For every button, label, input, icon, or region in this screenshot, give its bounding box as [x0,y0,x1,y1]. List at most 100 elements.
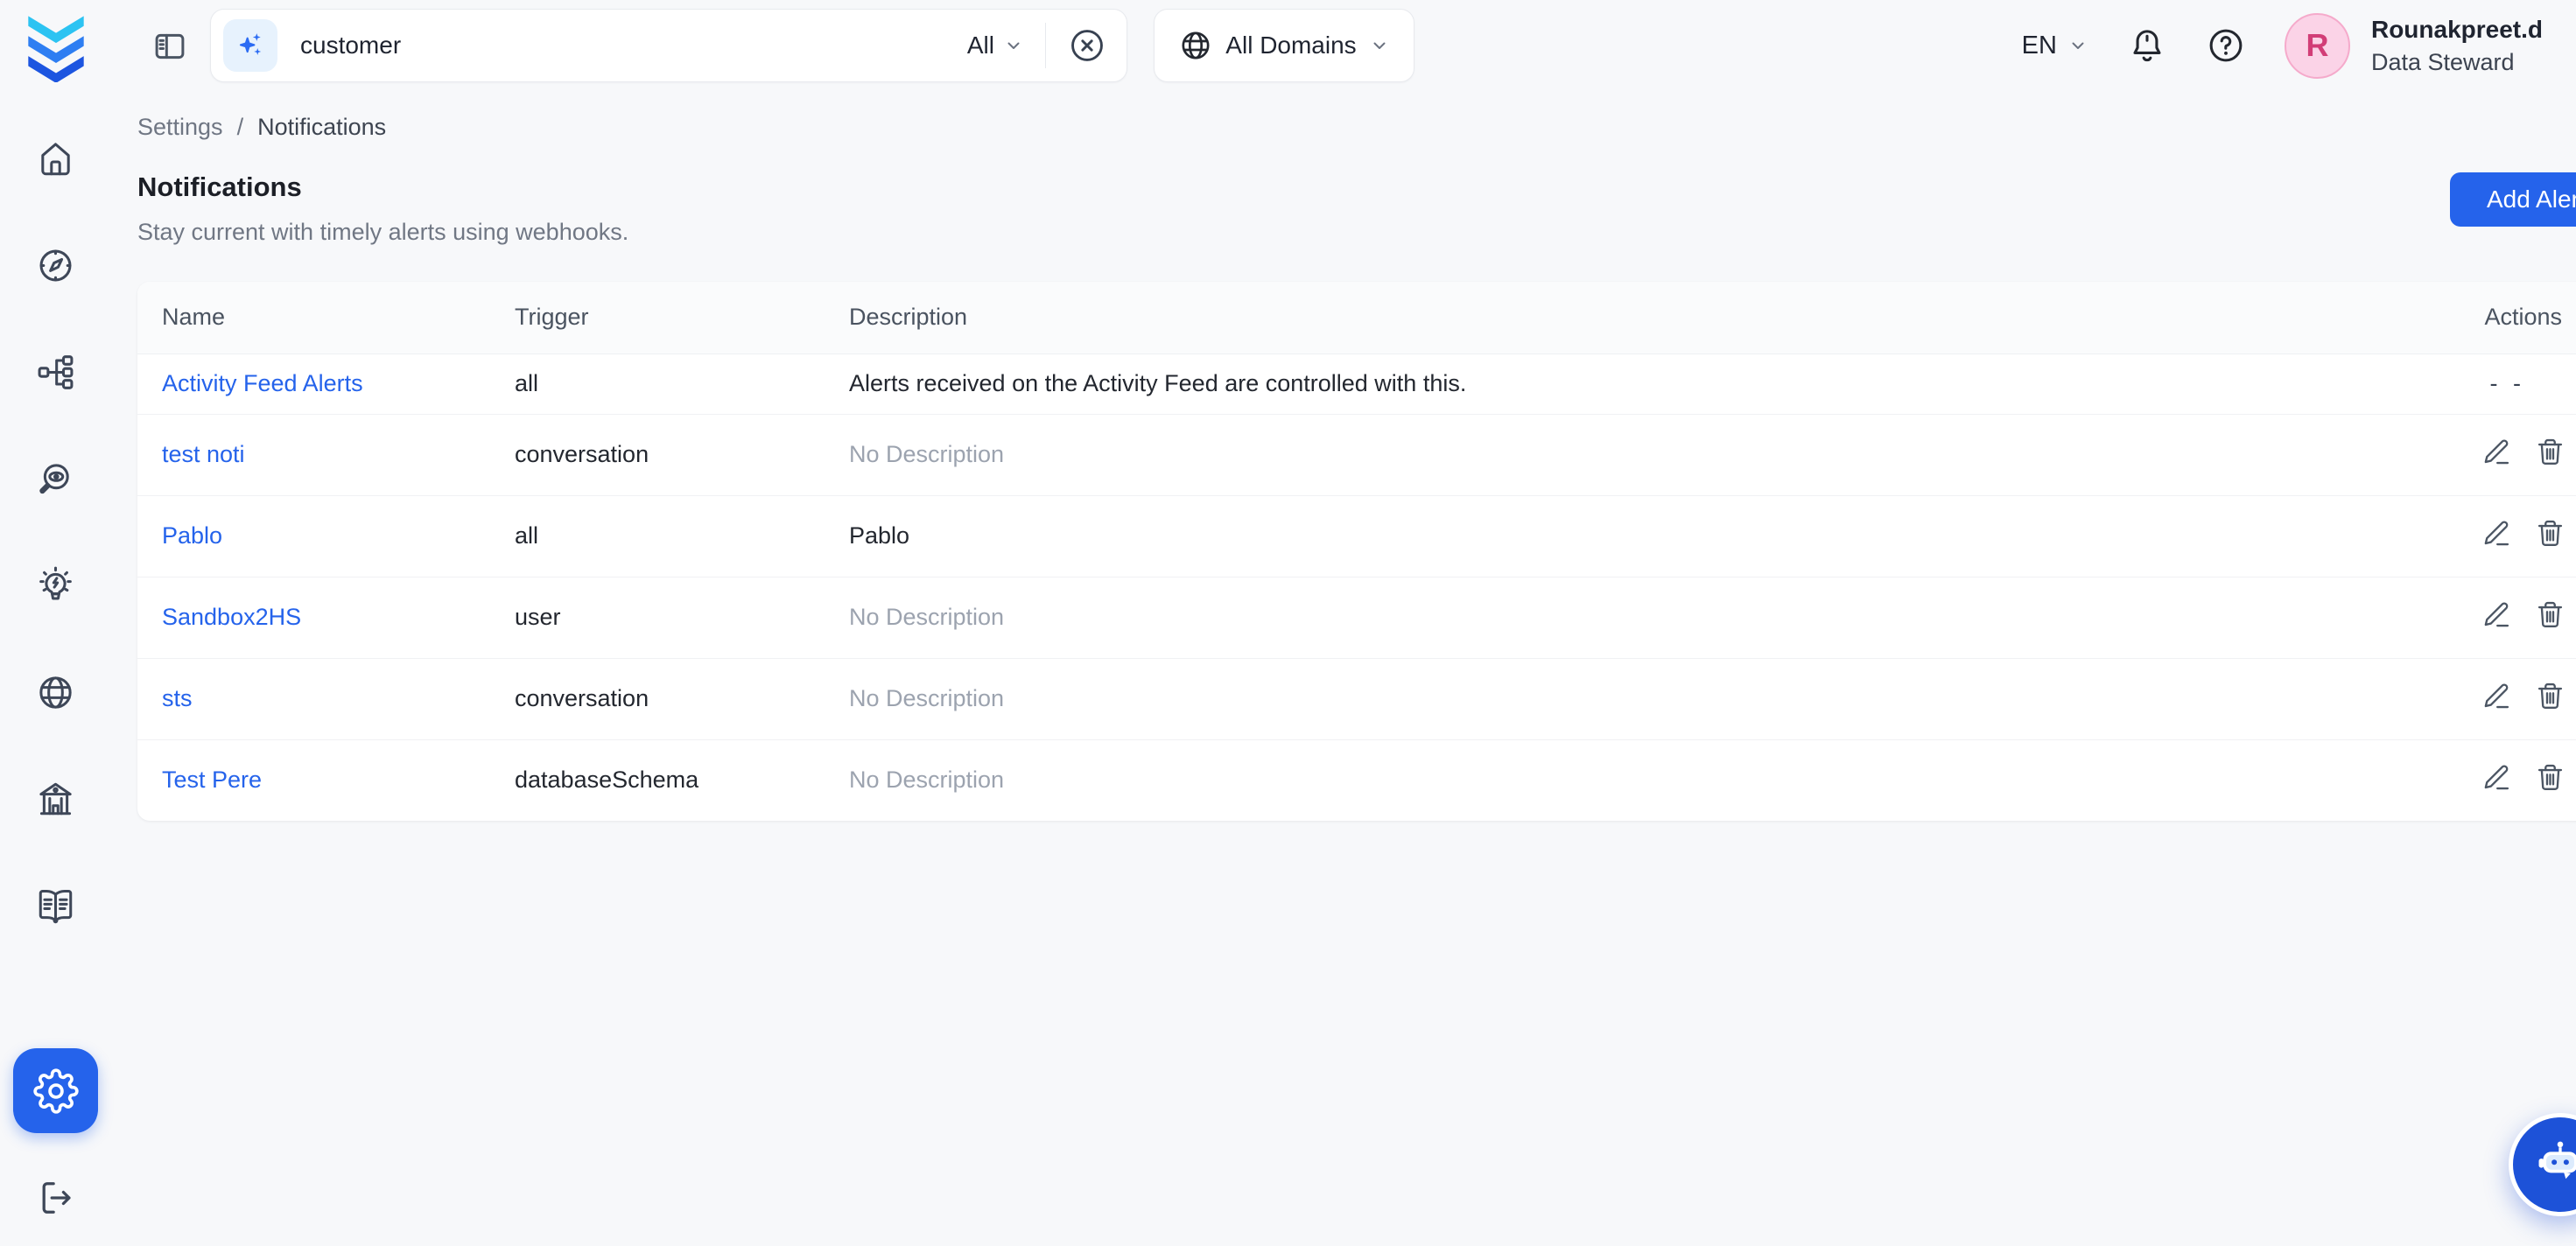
edit-alert-button[interactable] [2481,518,2512,549]
edit-alert-button[interactable] [2481,681,2512,711]
sidebar-item-insights[interactable] [29,558,83,612]
alert-description: No Description [825,414,2394,495]
logout-icon [36,1178,76,1218]
alert-trigger: conversation [490,658,825,739]
compass-icon [35,245,76,286]
trash-icon [2535,518,2565,549]
alert-actions [2394,414,2576,495]
table-row[interactable]: Test Pere databaseSchema No Description [137,739,2576,821]
sidebar-toggle-button[interactable] [151,27,190,66]
alert-name-link[interactable]: sts [162,685,193,711]
breadcrumb: Settings / Notifications [137,114,386,141]
alert-actions [2394,739,2576,821]
bank-icon [35,779,76,820]
pencil-icon [2481,437,2512,467]
alerts-table: Name Trigger Description Actions Activit… [137,282,2576,821]
alert-description: Pablo [825,495,2394,577]
domain-selector[interactable]: All Domains [1154,9,1414,82]
alert-trigger: databaseSchema [490,739,825,821]
avatar[interactable]: R [2285,13,2350,79]
delete-alert-button[interactable] [2535,681,2565,711]
delete-alert-button[interactable] [2535,599,2565,630]
sidebar-item-explore[interactable] [29,238,83,292]
table-row[interactable]: Sandbox2HS user No Description [137,577,2576,658]
search-input[interactable] [277,32,967,60]
sidebar-item-observability[interactable] [29,452,83,506]
logout-button[interactable] [0,1171,111,1225]
alert-name-link[interactable]: test noti [162,441,245,467]
table-row[interactable]: test noti conversation No Description [137,414,2576,495]
column-header-trigger: Trigger [490,282,825,354]
alert-description: No Description [825,577,2394,658]
notifications-button[interactable] [2127,25,2167,66]
page-title: Notifications [137,172,302,203]
robot-icon [2531,1136,2576,1194]
alert-description: No Description [825,739,2394,821]
sidebar-item-settings[interactable] [13,1048,98,1133]
search-eye-icon [35,458,76,500]
delete-alert-button[interactable] [2535,518,2565,549]
sidebar-nav [0,131,111,933]
table-row[interactable]: sts conversation No Description [137,658,2576,739]
language-selector[interactable]: EN [2022,32,2088,60]
alert-name-link[interactable]: Test Pere [162,766,262,793]
sidebar-item-domains[interactable] [29,665,83,719]
sidebar-item-home[interactable] [29,131,83,186]
sidebar [0,0,111,1246]
alerts-table-body: Activity Feed Alerts all Alerts received… [137,354,2576,821]
delete-alert-button[interactable] [2535,437,2565,467]
sidebar-item-glossary[interactable] [29,878,83,933]
sidebar-item-lineage[interactable] [29,345,83,399]
pencil-icon [2481,681,2512,711]
lightbulb-icon [35,565,76,606]
alert-actions [2394,495,2576,577]
edit-alert-button[interactable] [2481,437,2512,467]
alert-name-link[interactable]: Activity Feed Alerts [162,370,363,396]
alert-description: No Description [825,658,2394,739]
panel-toggle-icon [151,28,188,65]
sidebar-item-govern[interactable] [29,772,83,826]
alert-trigger: all [490,495,825,577]
table-row[interactable]: Activity Feed Alerts all Alerts received… [137,354,2576,414]
alert-actions [2394,658,2576,739]
alert-actions [2394,577,2576,658]
page-subtitle: Stay current with timely alerts using we… [137,219,628,246]
ai-sparkles-button[interactable] [223,19,277,72]
pencil-icon [2481,762,2512,793]
domain-selector-label: All Domains [1225,32,1356,60]
divider [1045,23,1046,68]
help-button[interactable] [2206,25,2246,66]
add-alert-button[interactable]: Add Alert [2450,172,2576,227]
edit-alert-button[interactable] [2481,762,2512,793]
delete-alert-button[interactable] [2535,762,2565,793]
alert-trigger: user [490,577,825,658]
topbar-right: EN R Rounakpreet.d Data Steward [2022,0,2543,91]
alert-trigger: all [490,354,825,414]
alert-name-link[interactable]: Sandbox2HS [162,604,301,630]
edit-alert-button[interactable] [2481,599,2512,630]
gear-icon [33,1068,79,1114]
language-label: EN [2022,32,2057,60]
alert-name-link[interactable]: Pablo [162,522,222,549]
chevron-down-icon [1003,35,1024,56]
search-scope-dropdown[interactable]: All [967,32,1045,60]
globe-icon [1178,28,1213,63]
chatbot-button[interactable] [2509,1113,2576,1216]
column-header-actions: Actions [2394,282,2576,354]
open-book-icon [35,886,76,927]
search-scope-label: All [967,32,994,60]
app-logo [18,5,95,86]
global-search-bar[interactable]: All [210,9,1127,82]
breadcrumb-settings[interactable]: Settings [137,114,223,141]
clear-search-button[interactable] [1067,25,1107,66]
chevron-down-icon [2067,35,2088,56]
user-menu[interactable]: R Rounakpreet.d Data Steward [2285,13,2543,79]
trash-icon [2535,681,2565,711]
home-icon [35,138,76,179]
no-actions-placeholder: - - [2490,370,2525,396]
table-row[interactable]: Pablo all Pablo [137,495,2576,577]
user-role: Data Steward [2371,46,2543,78]
bell-icon [2127,25,2167,66]
breadcrumb-separator: / [237,114,244,141]
breadcrumb-current: Notifications [257,114,386,141]
